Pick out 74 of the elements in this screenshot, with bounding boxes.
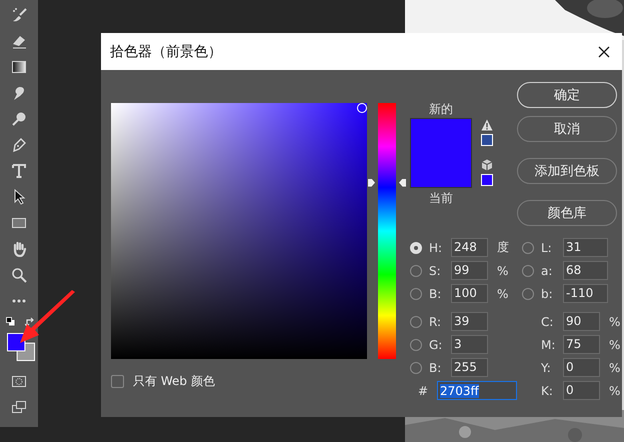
input-field[interactable]: 99	[451, 261, 488, 280]
input-field[interactable]: 68	[563, 261, 608, 280]
button[interactable]: 取消	[517, 116, 617, 142]
input-field[interactable]: 31	[563, 238, 608, 257]
dialog-title: 拾色器（前景色）	[110, 42, 222, 60]
checkbox[interactable]	[111, 375, 124, 388]
radio-button[interactable]	[410, 288, 422, 300]
warning-icon[interactable]	[481, 119, 493, 131]
unit-label: %	[609, 314, 620, 328]
radio-button[interactable]	[522, 242, 534, 254]
close-icon[interactable]	[598, 46, 610, 58]
input-field[interactable]: 0	[563, 381, 600, 400]
input-field[interactable]: 255	[451, 358, 488, 377]
input-field[interactable]: 90	[563, 312, 600, 331]
input-field[interactable]: 3	[451, 335, 488, 354]
zoom-icon[interactable]	[11, 267, 27, 283]
input-field[interactable]: 39	[451, 312, 488, 331]
input-field[interactable]: 75	[563, 335, 600, 354]
unit-label: %	[609, 338, 620, 352]
eraser-icon[interactable]	[11, 33, 27, 49]
checkbox-label: 只有 Web 颜色	[133, 373, 215, 390]
field-label: #	[418, 384, 430, 398]
unit-label: %	[609, 384, 620, 398]
field-label: B:	[429, 286, 442, 300]
field-label: K:	[541, 384, 554, 398]
unit-label: %	[497, 286, 508, 300]
button[interactable]: 确定	[517, 82, 617, 108]
cube-icon[interactable]	[481, 159, 493, 171]
field-label: H:	[429, 240, 444, 254]
new-label: 新的	[429, 102, 453, 117]
field-label: R:	[429, 314, 442, 328]
input-field[interactable]: 248	[451, 238, 488, 257]
field-label: M:	[541, 338, 556, 352]
gamut-swatch[interactable]	[481, 134, 493, 146]
radio-button[interactable]	[410, 264, 422, 276]
radio-button[interactable]	[522, 264, 534, 276]
text-tool-icon[interactable]	[11, 163, 27, 179]
screen-mode-icon[interactable]	[11, 399, 27, 415]
input-field[interactable]: -110	[563, 284, 608, 303]
web-safe-swatch[interactable]	[481, 174, 493, 186]
gradient-icon[interactable]	[11, 59, 27, 75]
color-field[interactable]	[111, 103, 367, 359]
hue-slider-thumb[interactable]	[368, 178, 406, 187]
quick-mask-icon[interactable]	[11, 373, 27, 389]
swap-icon[interactable]	[25, 317, 35, 327]
field-label: C:	[541, 314, 554, 328]
input-field[interactable]: 100	[451, 284, 488, 303]
field-label: Y:	[541, 360, 552, 374]
unit-label: %	[497, 264, 508, 278]
button[interactable]: 添加到色板	[517, 158, 617, 184]
pointer-arrow	[17, 290, 77, 346]
rectangle-icon[interactable]	[11, 215, 27, 231]
hand-icon[interactable]	[11, 241, 27, 257]
current-label: 当前	[429, 191, 453, 206]
hex-input-field[interactable]: 2703ff	[437, 381, 517, 400]
color-marker-icon[interactable]	[357, 103, 367, 113]
input-field[interactable]: 0	[563, 358, 600, 377]
color-preview	[410, 118, 472, 188]
default-colors-icon[interactable]	[6, 317, 15, 326]
brush-icon[interactable]	[11, 7, 27, 23]
button[interactable]: 颜色库	[517, 200, 617, 226]
field-label: B:	[429, 360, 442, 374]
pen-icon[interactable]	[11, 137, 27, 153]
field-label: G:	[429, 338, 444, 352]
unit-label: 度	[497, 239, 509, 256]
radio-button[interactable]	[410, 362, 422, 374]
field-label: S:	[429, 264, 442, 278]
field-label: L:	[541, 240, 553, 254]
radio-button[interactable]	[410, 338, 422, 350]
radio-button[interactable]	[410, 316, 422, 328]
unit-label: %	[609, 360, 620, 374]
radio-button[interactable]	[522, 288, 534, 300]
field-label: b:	[541, 286, 554, 300]
field-label: a:	[541, 264, 554, 278]
